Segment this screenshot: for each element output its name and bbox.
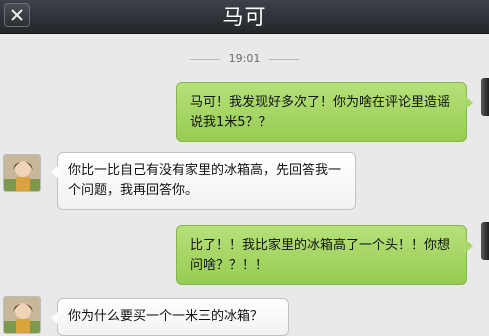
message-text: 比了！！我比家里的冰箱高了一个头！！你想问啥？？！！ <box>190 238 451 273</box>
message-text: 马可！我发现好多次了！你为啥在评论里造谣说我1米5？？ <box>190 95 451 130</box>
timestamp: 19:01 <box>228 52 261 65</box>
self-avatar[interactable] <box>481 78 489 116</box>
message-bubble-sent[interactable]: 马可！我发现好多次了！你为啥在评论里造谣说我1米5？？ <box>176 82 473 142</box>
divider-line-right <box>269 58 300 60</box>
chat-title: 马可 <box>222 5 267 29</box>
message-text: 你为什么要买一个一米三的冰箱？ <box>68 309 264 324</box>
contact-avatar[interactable] <box>3 154 41 192</box>
divider-line-left <box>189 58 220 60</box>
chat-header: 马可 <box>0 0 489 34</box>
message-bubble-received[interactable]: 你比一比自己有没有家里的冰箱高，先回答我一个问题，我再回答你。 <box>51 152 356 210</box>
message-text: 你比一比自己有没有家里的冰箱高，先回答我一个问题，我再回答你。 <box>68 163 342 198</box>
contact-avatar[interactable] <box>3 296 41 334</box>
self-avatar[interactable] <box>481 222 489 260</box>
message-bubble-received[interactable]: 你为什么要买一个一米三的冰箱？ <box>51 298 289 336</box>
timestamp-divider: 19:01 <box>0 51 489 67</box>
message-bubble-sent[interactable]: 比了！！我比家里的冰箱高了一个头！！你想问啥？？！！ <box>176 225 473 285</box>
